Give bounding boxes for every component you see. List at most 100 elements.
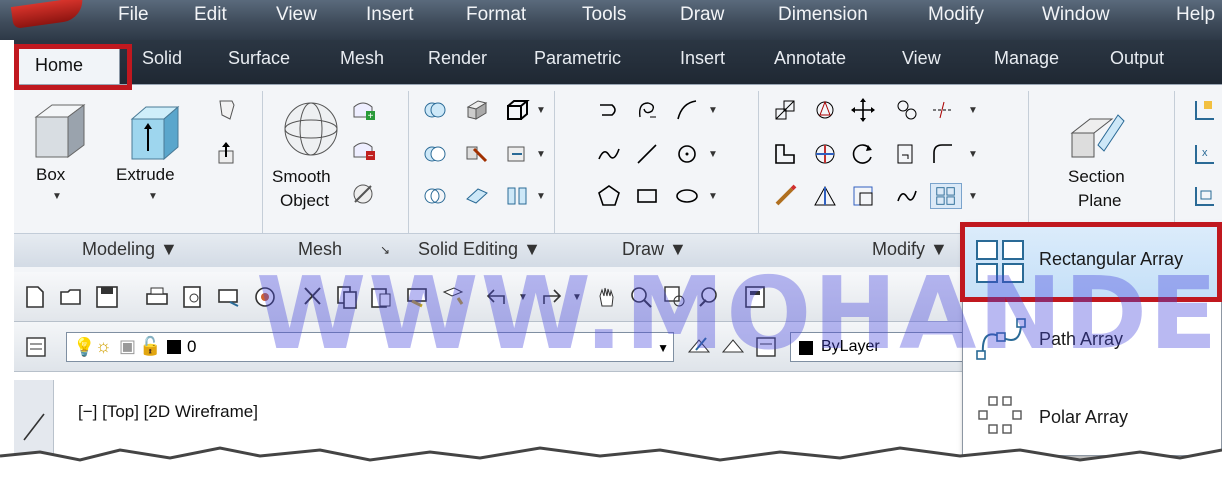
- smooth-label-1[interactable]: Smooth: [272, 167, 331, 187]
- menu-dimension[interactable]: Dimension: [778, 4, 868, 26]
- tab-parametric[interactable]: Parametric: [534, 48, 621, 69]
- panel-separator: [408, 91, 409, 237]
- new-file-icon[interactable]: [22, 284, 48, 310]
- smooth-object-icon[interactable]: [280, 97, 342, 159]
- mesh-crease-icon[interactable]: −: [350, 137, 376, 163]
- 3d-rotate-icon[interactable]: [812, 97, 838, 123]
- menu-tools[interactable]: Tools: [582, 4, 626, 26]
- box-icon[interactable]: [30, 101, 88, 161]
- dropdown-arrow-icon[interactable]: ▼: [708, 105, 718, 116]
- array-dropdown-arrow-icon[interactable]: ▼: [968, 191, 978, 202]
- helix-icon[interactable]: [634, 97, 660, 123]
- scale-icon[interactable]: [772, 97, 798, 123]
- ucs-icon[interactable]: [1192, 97, 1218, 123]
- mirror-icon[interactable]: [894, 141, 920, 167]
- tab-annotate[interactable]: Annotate: [774, 48, 846, 69]
- 3d-move-icon[interactable]: [850, 97, 876, 123]
- menu-view[interactable]: View: [276, 4, 317, 26]
- dropdown-arrow-icon[interactable]: ▼: [968, 105, 978, 116]
- erase-icon[interactable]: [772, 183, 798, 209]
- box-label[interactable]: Box: [36, 165, 65, 185]
- menu-window[interactable]: Window: [1042, 4, 1110, 26]
- tab-output[interactable]: Output: [1110, 48, 1164, 69]
- array-icon[interactable]: [930, 183, 962, 209]
- ucs-x-icon[interactable]: x: [1192, 141, 1218, 167]
- polygon-icon[interactable]: [596, 183, 622, 209]
- polysolid-icon[interactable]: [214, 97, 240, 123]
- viewport-freeze-icon: ▣: [119, 336, 137, 356]
- line-3point-icon[interactable]: [674, 97, 700, 123]
- tab-view[interactable]: View: [902, 48, 941, 69]
- offset-icon[interactable]: [850, 183, 876, 209]
- smooth-label-2[interactable]: Object: [280, 191, 329, 211]
- save-icon[interactable]: [94, 284, 120, 310]
- subtract-icon[interactable]: [422, 141, 448, 167]
- tab-manage[interactable]: Manage: [994, 48, 1059, 69]
- thicken-icon[interactable]: [464, 183, 490, 209]
- stretch-icon[interactable]: [772, 141, 798, 167]
- menu-draw[interactable]: Draw: [680, 4, 724, 26]
- dropdown-arrow-icon[interactable]: ▼: [708, 191, 718, 202]
- rectangle-icon[interactable]: [634, 183, 660, 209]
- section-plane-icon[interactable]: [1068, 111, 1128, 165]
- circle-icon[interactable]: [674, 141, 700, 167]
- panel-separator: [262, 91, 263, 237]
- tab-surface[interactable]: Surface: [228, 48, 290, 69]
- modeling-panel-title[interactable]: Modeling ▼: [82, 239, 178, 260]
- fillet-icon[interactable]: [930, 141, 956, 167]
- viewport-label[interactable]: [−] [Top] [2D Wireframe]: [78, 402, 258, 422]
- panel-separator: [1174, 91, 1175, 237]
- 3d-align-icon[interactable]: [812, 141, 838, 167]
- extrude-icon[interactable]: [124, 103, 182, 163]
- spline-icon[interactable]: [596, 141, 622, 167]
- 3d-mirror-icon[interactable]: [812, 183, 838, 209]
- dropdown-arrow-icon[interactable]: ▼: [536, 105, 546, 116]
- interfere-icon[interactable]: [464, 141, 490, 167]
- line-icon[interactable]: [634, 141, 660, 167]
- polyline-icon[interactable]: [596, 97, 622, 123]
- panel-separator: [758, 91, 759, 237]
- plot-icon[interactable]: [144, 284, 170, 310]
- menu-file[interactable]: File: [118, 4, 149, 26]
- tab-render[interactable]: Render: [428, 48, 487, 69]
- application-logo-icon[interactable]: [10, 0, 86, 29]
- dropdown-arrow-icon[interactable]: ▼: [536, 191, 546, 202]
- layer-color-swatch: [167, 340, 181, 354]
- join-icon[interactable]: [894, 183, 920, 209]
- extrude-faces-icon[interactable]: [504, 141, 530, 167]
- section-label-1[interactable]: Section: [1068, 167, 1125, 187]
- mesh-uncrease-icon[interactable]: [350, 181, 376, 207]
- trim-icon[interactable]: [930, 97, 956, 123]
- ellipse-icon[interactable]: [674, 183, 700, 209]
- plot-preview-icon[interactable]: [180, 284, 206, 310]
- union-icon[interactable]: [422, 97, 448, 123]
- open-file-icon[interactable]: [58, 284, 84, 310]
- dropdown-arrow-icon[interactable]: ▼: [536, 149, 546, 160]
- menu-format[interactable]: Format: [466, 4, 526, 26]
- tab-insert[interactable]: Insert: [680, 48, 725, 69]
- presspull-icon[interactable]: [214, 141, 240, 167]
- separate-icon[interactable]: [504, 183, 530, 209]
- extrude-label[interactable]: Extrude: [116, 165, 175, 185]
- layer-properties-icon[interactable]: [24, 334, 50, 360]
- copy-icon[interactable]: [894, 97, 920, 123]
- menu-modify[interactable]: Modify: [928, 4, 984, 26]
- rotate-icon[interactable]: [850, 141, 876, 167]
- extrude-dropdown-icon[interactable]: ▼: [148, 191, 158, 202]
- refine-mesh-add-icon[interactable]: +: [350, 97, 376, 123]
- menu-insert[interactable]: Insert: [366, 4, 414, 26]
- dropdown-arrow-icon[interactable]: ▼: [708, 149, 718, 160]
- dropdown-arrow-icon[interactable]: ▼: [968, 149, 978, 160]
- tab-mesh[interactable]: Mesh: [340, 48, 384, 69]
- tab-solid[interactable]: Solid: [142, 48, 182, 69]
- publish-icon[interactable]: [216, 284, 242, 310]
- ucs-origin-icon[interactable]: [1192, 183, 1218, 209]
- slice-icon[interactable]: [464, 97, 490, 123]
- layer-name: 0: [187, 337, 197, 356]
- extract-edges-icon[interactable]: [504, 97, 530, 123]
- menu-help[interactable]: Help: [1176, 4, 1215, 26]
- menu-edit[interactable]: Edit: [194, 4, 227, 26]
- box-dropdown-icon[interactable]: ▼: [52, 191, 62, 202]
- intersect-icon[interactable]: [422, 183, 448, 209]
- section-label-2[interactable]: Plane: [1078, 191, 1121, 211]
